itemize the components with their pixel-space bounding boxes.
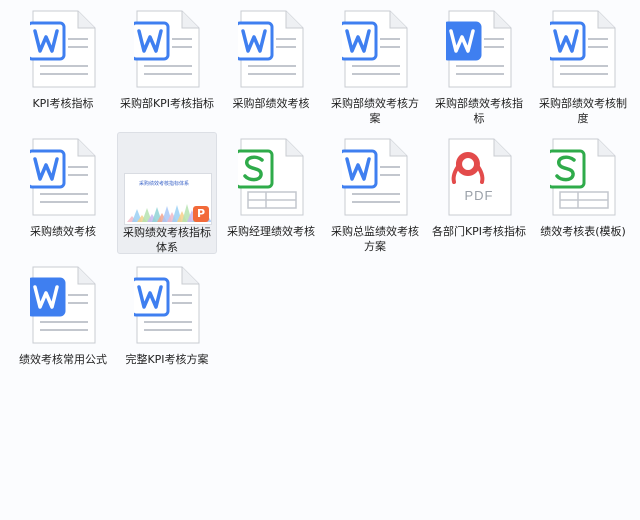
file-item[interactable]: 采购部绩效考核 xyxy=(221,4,321,126)
file-name: 完整KPI考核方案 xyxy=(125,353,209,366)
word-doc-icon xyxy=(234,10,304,88)
file-name: 采购部绩效考核制度 xyxy=(539,97,627,125)
word-doc-icon xyxy=(26,138,96,216)
presentation-thumbnail: 采购绩效考核指标体系 P xyxy=(124,173,212,225)
file-name: 绩效考核表(模板) xyxy=(540,225,626,238)
file-name: 采购绩效考核指标体系 xyxy=(123,226,211,254)
file-item[interactable]: 完整KPI考核方案 xyxy=(117,260,217,382)
file-item[interactable]: 采购绩效考核 xyxy=(13,132,113,254)
word-doc-icon xyxy=(130,10,200,88)
file-item[interactable]: 采购部绩效考核方案 xyxy=(325,4,425,126)
file-item[interactable]: 采购总监绩效考核方案 xyxy=(325,132,425,254)
word-doc-icon xyxy=(26,266,96,344)
file-name: 采购部绩效考核 xyxy=(232,97,310,110)
file-item[interactable]: 采购部KPI考核指标 xyxy=(117,4,217,126)
file-name: 采购总监绩效考核方案 xyxy=(331,225,419,253)
file-name: 绩效考核常用公式 xyxy=(19,353,107,366)
pdf-icon: PDF xyxy=(446,138,512,216)
powerpoint-badge: P xyxy=(193,206,209,222)
file-item[interactable]: 采购绩效考核指标体系 P 采购绩效考核指标体系 xyxy=(117,132,217,254)
word-doc-icon xyxy=(26,10,96,88)
word-doc-icon xyxy=(442,10,512,88)
word-doc-icon xyxy=(338,138,408,216)
file-item[interactable]: PDF 各部门KPI考核指标 xyxy=(429,132,529,254)
file-name: 采购部绩效考核指标 xyxy=(435,97,523,125)
file-name: KPI考核指标 xyxy=(32,97,94,110)
file-item[interactable]: 采购部绩效考核制度 xyxy=(533,4,633,126)
file-name: 采购绩效考核 xyxy=(30,225,96,238)
file-name: 采购经理绩效考核 xyxy=(227,225,315,238)
file-item[interactable]: 采购经理绩效考核 xyxy=(221,132,321,254)
file-item[interactable]: 绩效考核常用公式 xyxy=(13,260,113,382)
file-name: 采购部绩效考核方案 xyxy=(331,97,419,125)
pdf-label: PDF xyxy=(464,188,494,203)
word-doc-icon xyxy=(546,10,616,88)
spreadsheet-icon xyxy=(546,138,616,216)
file-name: 采购部KPI考核指标 xyxy=(119,97,215,110)
file-item[interactable]: 采购部绩效考核指标 xyxy=(429,4,529,126)
file-item[interactable]: 绩效考核表(模板) xyxy=(533,132,633,254)
file-name: 各部门KPI考核指标 xyxy=(431,225,527,238)
word-doc-icon xyxy=(130,266,200,344)
file-item[interactable]: KPI考核指标 xyxy=(13,4,113,126)
spreadsheet-icon xyxy=(234,138,304,216)
word-doc-icon xyxy=(338,10,408,88)
